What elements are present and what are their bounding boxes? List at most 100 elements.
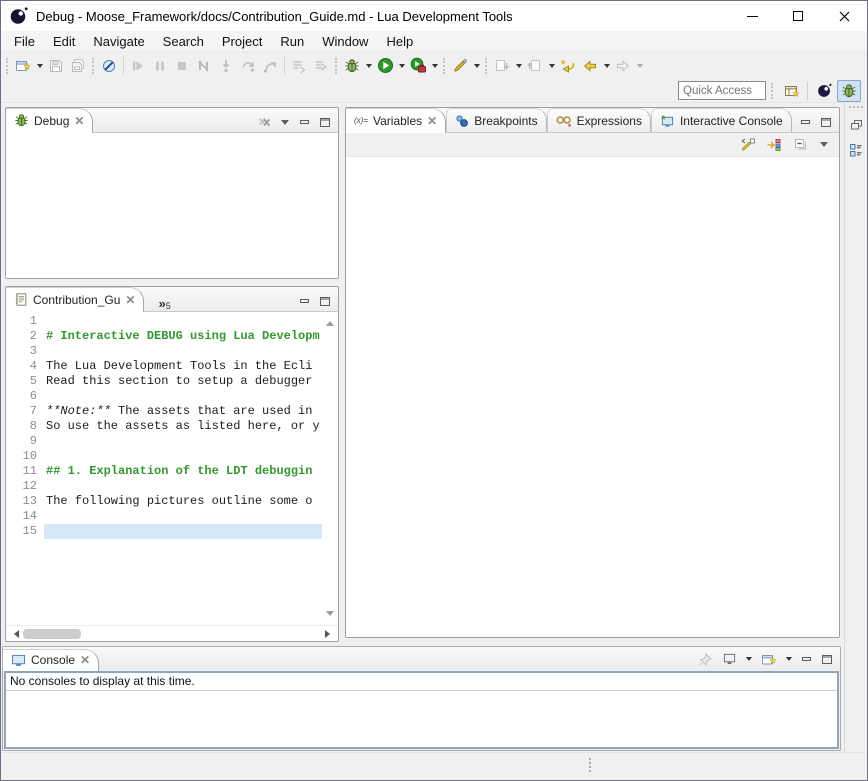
tab-console[interactable]: Console ✕ [3, 649, 99, 671]
run-dropdown[interactable] [396, 55, 407, 77]
close-tab-icon[interactable]: ✕ [74, 116, 84, 126]
minimize-view-button[interactable] [800, 653, 814, 665]
maximize-view-button[interactable] [318, 295, 332, 307]
code-line-2[interactable]: # Interactive DEBUG using Lua Developm [44, 329, 322, 344]
lua-perspective-button[interactable] [812, 80, 836, 102]
more-editors-chevron[interactable]: »5 [144, 293, 180, 311]
menu-window[interactable]: Window [313, 32, 377, 51]
open-console-dropdown[interactable] [784, 653, 794, 665]
code-line-11[interactable]: ## 1. Explanation of the LDT debuggin [44, 464, 322, 479]
code-line-1[interactable] [44, 314, 322, 329]
external-tools-button[interactable] [407, 55, 429, 77]
debug-button[interactable] [341, 55, 363, 77]
console-content[interactable]: No consoles to display at this time. [4, 671, 839, 749]
tab-interactive-console[interactable]: Interactive Console [651, 108, 792, 132]
code-line-9[interactable] [44, 434, 322, 449]
tab-variables[interactable]: (x)= Variables ✕ [346, 108, 446, 133]
toolbar-drag-handle[interactable] [92, 58, 95, 74]
code-line-13[interactable]: The following pictures outline some o [44, 494, 322, 509]
minimize-view-button[interactable] [298, 295, 312, 307]
debug-dropdown[interactable] [363, 55, 374, 77]
toolbar-drag-handle[interactable] [771, 83, 774, 99]
pen-tool-button[interactable] [449, 55, 471, 77]
code-line-4[interactable]: The Lua Development Tools in the Ecli [44, 359, 322, 374]
variables-content[interactable] [346, 157, 839, 637]
minimize-view-button[interactable] [799, 116, 813, 128]
previous-annotation-dropdown[interactable] [546, 55, 557, 77]
display-console-dropdown[interactable] [744, 653, 754, 665]
add-variable-button[interactable] [739, 137, 757, 153]
minimize-view-button[interactable] [298, 116, 312, 128]
scroll-right-icon[interactable] [325, 630, 334, 638]
variables-view-menu-button[interactable] [817, 139, 831, 151]
scroll-down-icon[interactable] [326, 611, 334, 620]
minimize-window-button[interactable] [729, 1, 775, 31]
external-tools-dropdown[interactable] [429, 55, 440, 77]
menu-help[interactable]: Help [377, 32, 422, 51]
editor-code-lines[interactable]: # Interactive DEBUG using Lua Developm Th… [44, 312, 322, 625]
maximize-window-button[interactable] [775, 1, 821, 31]
close-tab-icon[interactable]: ✕ [80, 655, 90, 665]
code-line-15[interactable] [44, 524, 322, 539]
code-line-3[interactable] [44, 344, 322, 359]
restore-views-button[interactable] [847, 116, 865, 134]
menu-navigate[interactable]: Navigate [84, 32, 153, 51]
menu-edit[interactable]: Edit [44, 32, 84, 51]
trim-drag-handle[interactable] [849, 106, 863, 109]
tab-breakpoints[interactable]: Breakpoints [446, 108, 546, 132]
new-dropdown[interactable] [34, 55, 45, 77]
menu-project[interactable]: Project [213, 32, 271, 51]
toolbar-drag-handle[interactable] [335, 58, 338, 74]
forward-history-dropdown[interactable] [634, 55, 645, 77]
menu-run[interactable]: Run [271, 32, 313, 51]
new-button[interactable] [12, 55, 34, 77]
back-history-button[interactable] [579, 55, 601, 77]
toolbar-drag-handle[interactable] [443, 58, 446, 74]
next-annotation-dropdown[interactable] [513, 55, 524, 77]
quick-access-input[interactable] [678, 81, 766, 100]
toolbar-drag-handle[interactable] [6, 58, 9, 74]
close-tab-icon[interactable]: ✕ [125, 295, 135, 305]
close-tab-icon[interactable]: ✕ [427, 116, 437, 126]
code-line-6[interactable] [44, 389, 322, 404]
editor-vertical-scrollbar[interactable] [322, 312, 338, 625]
tab-debug[interactable]: Debug ✕ [6, 108, 93, 133]
show-logical-structure-button[interactable] [765, 137, 783, 153]
pen-tool-dropdown[interactable] [471, 55, 482, 77]
suspend-button [149, 55, 171, 77]
step-over-icon [240, 58, 256, 74]
code-line-7[interactable]: **Note:** The assets that are used in [44, 404, 322, 419]
menu-search[interactable]: Search [154, 32, 213, 51]
display-selected-console-button[interactable] [720, 651, 738, 667]
editor-horizontal-scrollbar[interactable] [6, 625, 338, 641]
debug-view-content[interactable] [6, 133, 338, 278]
tab-expressions[interactable]: Expressions [547, 108, 651, 132]
open-perspective-button[interactable] [780, 80, 804, 102]
scrollbar-thumb[interactable] [23, 629, 81, 639]
maximize-view-button[interactable] [819, 116, 833, 128]
maximize-view-button[interactable] [318, 116, 332, 128]
skip-all-breakpoints-button[interactable] [98, 55, 120, 77]
back-history-dropdown[interactable] [601, 55, 612, 77]
open-console-button[interactable] [760, 651, 778, 667]
code-line-10[interactable] [44, 449, 322, 464]
collapse-all-button[interactable] [791, 137, 809, 153]
code-line-5[interactable]: Read this section to setup a debugger [44, 374, 322, 389]
code-line-12[interactable] [44, 479, 322, 494]
code-line-14[interactable] [44, 509, 322, 524]
view-menu-icon [281, 120, 289, 125]
run-button[interactable] [374, 55, 396, 77]
outline-view-button[interactable] [847, 141, 865, 159]
debug-perspective-button[interactable] [837, 80, 861, 102]
close-window-button[interactable] [821, 1, 867, 31]
scroll-up-icon[interactable] [326, 317, 334, 326]
code-line-8[interactable]: So use the assets as listed here, or y [44, 419, 322, 434]
scroll-left-icon[interactable] [10, 630, 19, 638]
menu-file[interactable]: File [5, 32, 44, 51]
debug-view-menu-button[interactable] [278, 116, 292, 128]
maximize-view-button[interactable] [820, 653, 834, 665]
tab-contribution-guide[interactable]: Contribution_Gu ✕ [6, 287, 144, 312]
statusbar-drag-handle[interactable] [589, 758, 591, 772]
last-edit-location-button[interactable] [557, 55, 579, 77]
toolbar-drag-handle[interactable] [485, 58, 488, 74]
